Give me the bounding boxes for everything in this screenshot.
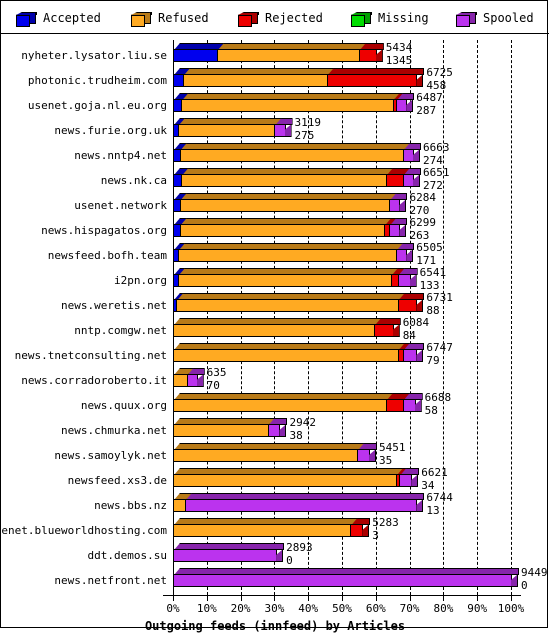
bar-value-secondary: 458 (426, 79, 447, 92)
chart-container: Accepted Refused Rejected Missing Spooled 0%… (0, 0, 549, 633)
category-label: news.chmurka.net (61, 424, 167, 437)
bar-value-total: 6651 (422, 166, 450, 179)
bar-value-secondary: 171 (416, 254, 437, 267)
bar-value-total: 6663 (422, 141, 450, 154)
bar-value-total: 6747 (426, 341, 453, 354)
bar-value-total: 6284 (409, 191, 436, 204)
x-tick (443, 596, 445, 601)
legend-item-spooled: Spooled (456, 7, 534, 29)
bar-value-total: 6731 (426, 291, 453, 304)
bar-value-total: 6541 (419, 266, 447, 279)
bar-value-secondary: 79 (426, 354, 440, 367)
cube-icon (238, 12, 259, 27)
bar-value-total: 2893 (286, 541, 313, 554)
category-label: ddt.demos.su (87, 549, 167, 562)
legend-label: Refused (158, 11, 209, 25)
category-label: news.tnetconsulting.net (14, 349, 167, 362)
bar-value-secondary: 70 (206, 379, 220, 392)
category-label: news.quux.org (80, 399, 167, 412)
category-label: news.netfront.net (54, 574, 167, 587)
x-tick (308, 596, 310, 601)
category-label: nyheter.lysator.liu.se (21, 49, 167, 62)
plot-area: 0% 10% 20% 30% 40% 50% 60% 70% 80% 90% 100% Outgoi… (0, 34, 549, 633)
x-tick-label: 100% (497, 602, 525, 615)
bar-value-total: 6299 (409, 216, 436, 229)
category-label: nntp.comgw.net (74, 324, 167, 337)
chart-legend: Accepted Refused Rejected Missing Spooled (1, 1, 549, 34)
bar-value-secondary: 58 (424, 404, 438, 417)
x-tick (375, 596, 377, 601)
bar-value-secondary: 84 (402, 329, 416, 342)
legend-item-rejected: Rejected (238, 7, 323, 29)
bar-value-secondary: 34 (421, 479, 435, 492)
x-tick (511, 596, 512, 601)
cube-icon (131, 12, 152, 27)
bar-value-secondary: 35 (379, 454, 393, 467)
bar-value-secondary: 270 (409, 204, 430, 217)
bar-value-total: 635 (206, 366, 227, 379)
bar-value-secondary: 275 (294, 129, 315, 142)
category-label: news.weretis.net (61, 299, 167, 312)
category-label: usenet.blueworldhosting.com (0, 524, 167, 537)
category-label: news.corradoroberto.it (21, 374, 167, 387)
bar-value-secondary: 38 (289, 429, 303, 442)
category-label: i2pn.org (114, 274, 167, 287)
bar-value-total: 3119 (294, 116, 322, 129)
bar-value-total: 6084 (402, 316, 430, 329)
bar-value-secondary: 88 (426, 304, 440, 317)
bar-value-total: 6621 (421, 466, 448, 479)
bar-value-total: 6725 (426, 66, 453, 79)
legend-label: Rejected (265, 11, 323, 25)
axis-title: Outgoing feeds (innfeed) by Articles (144, 619, 406, 633)
bar-value-secondary: 274 (422, 154, 443, 167)
bar-value-secondary: 0 (286, 554, 293, 567)
category-label: newsfeed.xs3.de (67, 474, 167, 487)
legend-label: Missing (378, 11, 429, 25)
x-tick (477, 596, 479, 601)
legend-item-accepted: Accepted (16, 7, 101, 29)
legend-label: Spooled (483, 11, 534, 25)
bar-value-total: 9449 (521, 566, 548, 579)
category-label: news.nntp4.net (74, 149, 167, 162)
bar-value-secondary: 3 (372, 529, 379, 542)
bar-value-secondary: 263 (409, 229, 430, 242)
bar-value-secondary: 1345 (385, 54, 413, 67)
bar-value-total: 6487 (416, 91, 443, 104)
bar-value-total: 6688 (424, 391, 452, 404)
category-label: news.bbs.nz (94, 499, 167, 512)
x-tick (409, 596, 411, 601)
category-label: usenet.network (74, 199, 167, 212)
bar-value-total: 5283 (372, 516, 399, 529)
x-tick (206, 596, 208, 601)
bar-value-secondary: 287 (416, 104, 437, 117)
cube-icon (16, 12, 37, 27)
category-label: news.nk.ca (100, 174, 167, 187)
category-label: usenet.goja.nl.eu.org (27, 99, 167, 112)
cube-icon (351, 12, 372, 27)
legend-item-missing: Missing (351, 7, 429, 29)
bar-value-total: 6505 (416, 241, 443, 254)
bar-value-secondary: 133 (419, 279, 440, 292)
category-label: news.furie.org.uk (54, 124, 167, 137)
bar-value-total: 5434 (385, 41, 413, 54)
bar-value-secondary: 272 (422, 179, 443, 192)
cube-icon (456, 12, 477, 27)
bar-value-total: 2942 (289, 416, 316, 429)
x-tick (173, 596, 174, 601)
category-label: news.samoylyk.net (54, 449, 167, 462)
bar-value-total: 6744 (426, 491, 453, 504)
bar-value-secondary: 13 (426, 504, 440, 517)
bar-value-total: 5451 (379, 441, 406, 454)
x-tick (274, 596, 276, 601)
category-label: news.hispagatos.org (41, 224, 167, 237)
x-tick (342, 596, 343, 601)
x-tick (240, 596, 242, 601)
category-label: newsfeed.bofh.team (47, 249, 167, 262)
legend-label: Accepted (43, 11, 101, 25)
legend-item-refused: Refused (131, 7, 209, 29)
category-label: photonic.trudheim.com (27, 74, 167, 87)
bar-value-secondary: 0 (521, 579, 528, 592)
